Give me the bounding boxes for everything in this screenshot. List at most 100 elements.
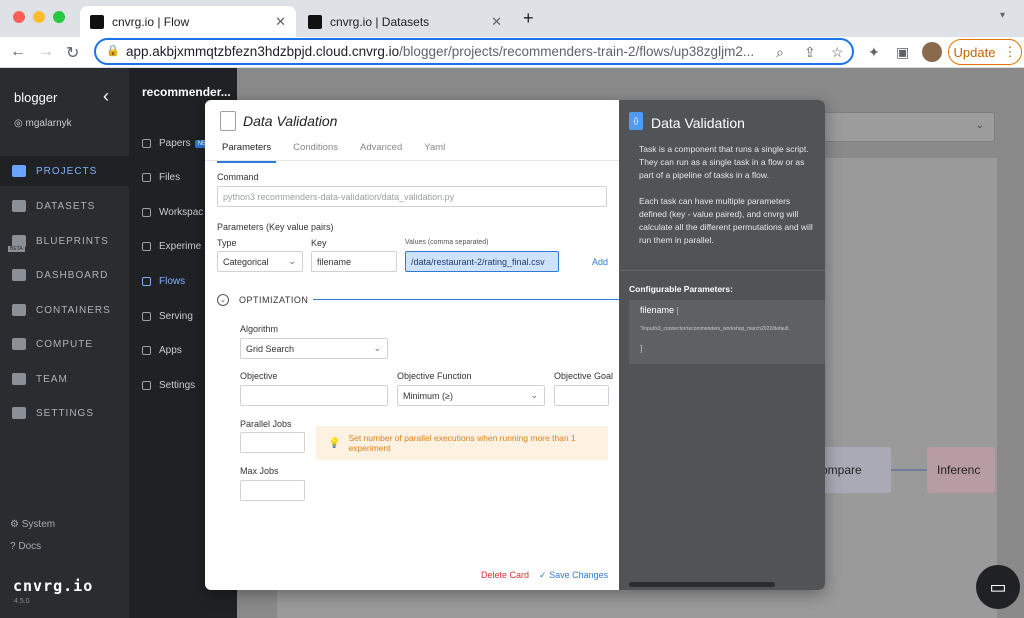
save-changes-button[interactable]: ✓ Save Changes: [539, 570, 608, 581]
command-label: Command: [217, 172, 259, 182]
project-nav-papers[interactable]: Papers NE: [142, 138, 210, 149]
node-label: ompare: [821, 463, 862, 477]
open-bracket: [: [676, 308, 679, 315]
parallel-jobs-input[interactable]: [240, 432, 305, 453]
profile-avatar[interactable]: [922, 42, 942, 62]
chevron-down-icon: ⌄: [530, 390, 538, 400]
gear-icon: [142, 381, 151, 390]
browser-tab-flow[interactable]: cnvrg.io | Flow ✕: [80, 6, 296, 37]
objective-input[interactable]: [240, 385, 388, 406]
side-panel-icon[interactable]: ▣: [896, 44, 909, 61]
tab-search-chevron-icon[interactable]: ▾: [1000, 10, 1005, 21]
extensions-puzzle-icon[interactable]: ✦: [868, 44, 880, 61]
project-title[interactable]: recommender...: [142, 85, 231, 99]
project-nav-workspaces[interactable]: Workspac: [142, 207, 203, 218]
org-name[interactable]: blogger: [14, 90, 57, 105]
cloud-icon: [12, 338, 26, 350]
system-label: System: [21, 519, 56, 530]
add-parameter-link[interactable]: Add: [592, 257, 608, 267]
algorithm-select[interactable]: Grid Search ⌄: [240, 338, 388, 359]
delete-card-button[interactable]: Delete Card: [481, 570, 529, 581]
configurable-params-box: filename [ "/input/s3_connector/recommen…: [629, 300, 825, 364]
project-nav-settings[interactable]: Settings: [142, 380, 195, 391]
close-window-button[interactable]: [13, 11, 25, 23]
param-key-input[interactable]: filename: [311, 251, 397, 272]
url-host: app.akbjxmmqtzbfezn3hdzbpjd.cloud.cnvrg.…: [126, 44, 400, 59]
horizontal-scrollbar[interactable]: [629, 582, 775, 587]
sidebar-item-compute[interactable]: COMPUTE: [0, 329, 129, 359]
dashboard-icon: [12, 269, 26, 281]
update-label: Update: [953, 44, 996, 60]
gear-icon: [12, 407, 26, 419]
project-nav-files[interactable]: Files: [142, 172, 180, 183]
nav-label: Experime: [159, 241, 202, 252]
task-title[interactable]: Data Validation: [243, 113, 337, 129]
sidebar-item-team[interactable]: TEAM: [0, 364, 129, 394]
project-nav-experiments[interactable]: Experime: [142, 241, 201, 252]
browser-tab-datasets[interactable]: cnvrg.io | Datasets ✕: [298, 6, 512, 37]
share-icon[interactable]: ⇪: [804, 44, 816, 61]
minimize-window-button[interactable]: [33, 11, 45, 23]
project-nav-apps[interactable]: Apps: [142, 345, 182, 356]
optimization-toggle[interactable]: ⌄ OPTIMIZATION: [217, 294, 308, 306]
reload-icon[interactable]: ↻: [66, 43, 79, 63]
objective-function-label: Objective Function: [397, 371, 472, 381]
chat-support-button[interactable]: ▭: [976, 565, 1020, 609]
new-tab-button[interactable]: +: [523, 8, 534, 29]
objective-goal-input[interactable]: [554, 385, 609, 406]
canvas-dropdown[interactable]: ⌄: [820, 112, 995, 142]
docs-link[interactable]: ? Docs: [10, 541, 41, 552]
type-label: Type: [217, 238, 237, 248]
bookmark-star-icon[interactable]: ☆: [831, 44, 844, 61]
sidebar-item-label: DATASETS: [36, 200, 96, 212]
username[interactable]: ◎ mgalarnyk: [14, 118, 72, 129]
workspaces-icon: [142, 208, 151, 217]
files-icon: [142, 173, 151, 182]
info-desc-paragraph: Task is a component that runs a single s…: [639, 144, 809, 180]
lightbulb-icon: 💡: [328, 437, 341, 449]
project-nav-serving[interactable]: Serving: [142, 311, 193, 322]
close-tab-icon[interactable]: ✕: [275, 14, 286, 30]
collapse-sidebar-chevron-icon[interactable]: ‹: [103, 86, 109, 107]
max-jobs-label: Max Jobs: [240, 466, 279, 476]
sidebar-item-datasets[interactable]: DATASETS: [0, 191, 129, 221]
param-values-input[interactable]: /data/restaurant-2/rating_final.csv: [405, 251, 559, 272]
username-text: mgalarnyk: [25, 118, 72, 129]
lock-icon[interactable]: 🔒: [106, 44, 120, 57]
browser-menu-icon[interactable]: ⋮: [1003, 44, 1016, 60]
objective-function-value: Minimum (≥): [403, 390, 453, 401]
optimization-divider: [313, 299, 619, 300]
close-bracket: ]: [640, 344, 643, 353]
chevron-down-icon: ⌄: [373, 343, 381, 353]
cnvrg-logo: cnvrg.io: [13, 577, 94, 595]
objective-function-select[interactable]: Minimum (≥) ⌄: [397, 385, 545, 406]
sidebar-item-dashboard[interactable]: DASHBOARD: [0, 260, 129, 290]
task-editor: Data Validation Parameters Conditions Ad…: [205, 100, 619, 590]
address-bar[interactable]: 🔒 app.akbjxmmqtzbfezn3hdzbpjd.cloud.cnvr…: [94, 38, 854, 65]
back-arrow-icon[interactable]: ←: [10, 43, 26, 61]
tab-title: cnvrg.io | Flow: [112, 14, 190, 29]
browser-update-button[interactable]: Update ⋮: [948, 39, 1022, 65]
projects-icon: [12, 165, 26, 177]
sidebar-item-settings[interactable]: SETTINGS: [0, 398, 129, 428]
max-jobs-input[interactable]: [240, 480, 305, 501]
save-label: Save Changes: [549, 570, 609, 580]
command-input[interactable]: python3 recommenders-data-validation/dat…: [217, 186, 607, 207]
project-nav-flows[interactable]: Flows: [142, 276, 185, 287]
flow-node-inference[interactable]: Inferenc: [927, 447, 995, 493]
sidebar-item-containers[interactable]: CONTAINERS: [0, 295, 129, 325]
browser-toolbar: ← → ↻ 🔒 app.akbjxmmqtzbfezn3hdzbpjd.clou…: [0, 37, 1024, 68]
sidebar-item-projects[interactable]: PROJECTS: [0, 156, 129, 186]
parallel-jobs-hint: 💡 Set number of parallel executions when…: [316, 426, 608, 460]
configurable-params-label: Configurable Parameters:: [629, 284, 733, 294]
close-tab-icon[interactable]: ✕: [491, 14, 502, 30]
maximize-window-button[interactable]: [53, 11, 65, 23]
zoom-icon[interactable]: ⌕: [776, 44, 784, 61]
browser-tab-strip: cnvrg.io | Flow ✕ cnvrg.io | Datasets ✕ …: [0, 0, 1024, 37]
team-icon: [12, 373, 26, 385]
nav-label: Apps: [159, 345, 182, 356]
nav-label: Files: [159, 172, 181, 183]
system-link[interactable]: ⚙ System: [10, 519, 55, 530]
forward-arrow-icon[interactable]: →: [38, 43, 54, 61]
param-type-select[interactable]: Categorical ⌄: [217, 251, 303, 272]
